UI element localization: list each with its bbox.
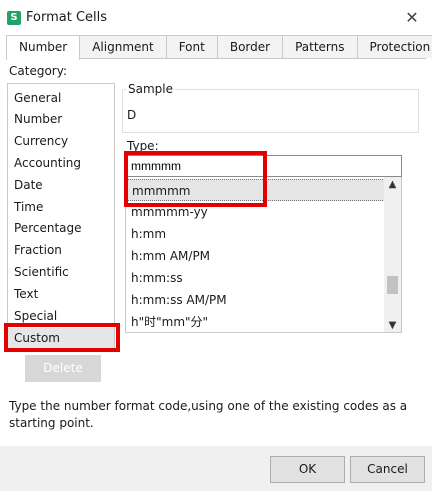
category-item-scientific[interactable]: Scientific bbox=[14, 262, 69, 283]
tab-bar: Number Alignment Font Border Patterns Pr… bbox=[6, 35, 432, 60]
sample-value: D bbox=[127, 108, 137, 122]
type-option-mmmmm-yy[interactable]: mmmmm-yy bbox=[131, 201, 208, 223]
type-option-h-mm-ss-ampm[interactable]: h:mm:ss AM/PM bbox=[131, 289, 227, 311]
tab-patterns[interactable]: Patterns bbox=[282, 35, 358, 58]
type-list-scrollbar[interactable]: ▲ ▼ bbox=[384, 177, 401, 332]
cancel-button[interactable]: Cancel bbox=[350, 456, 425, 483]
type-list[interactable]: mmmmm mmmmm-yy h:mm h:mm AM/PM h:mm:ss h… bbox=[125, 177, 402, 333]
category-item-special[interactable]: Special bbox=[14, 306, 57, 327]
category-item-accounting[interactable]: Accounting bbox=[14, 153, 81, 174]
category-label: Category: bbox=[9, 64, 67, 78]
tab-protection[interactable]: Protection bbox=[356, 35, 432, 58]
scroll-thumb[interactable] bbox=[387, 276, 398, 294]
tab-number[interactable]: Number bbox=[6, 35, 81, 60]
chevron-up-icon[interactable]: ▲ bbox=[384, 179, 401, 190]
app-icon: S bbox=[7, 11, 21, 25]
category-item-text[interactable]: Text bbox=[14, 284, 38, 305]
category-item-date[interactable]: Date bbox=[14, 175, 43, 196]
category-item-general[interactable]: General bbox=[14, 88, 61, 109]
type-option-mmmmm[interactable]: mmmmm bbox=[127, 179, 385, 201]
tab-alignment[interactable]: Alignment bbox=[79, 35, 167, 58]
window-title: Format Cells bbox=[26, 10, 108, 25]
type-input[interactable] bbox=[125, 155, 402, 177]
type-option-h-mm-ss[interactable]: h:mm:ss bbox=[131, 267, 183, 289]
category-item-currency[interactable]: Currency bbox=[14, 131, 68, 152]
title-bar: S Format Cells ✕ bbox=[0, 0, 432, 34]
type-label: Type: bbox=[127, 139, 159, 153]
chevron-down-icon[interactable]: ▼ bbox=[384, 320, 401, 331]
type-option-h-mm[interactable]: h:mm bbox=[131, 223, 166, 245]
ok-button[interactable]: OK bbox=[270, 456, 345, 483]
type-option-h-shi-mm-fen[interactable]: h"时"mm"分" bbox=[131, 311, 208, 332]
tab-font[interactable]: Font bbox=[165, 35, 218, 58]
category-item-fraction[interactable]: Fraction bbox=[14, 240, 62, 261]
category-item-time[interactable]: Time bbox=[14, 197, 43, 218]
sample-label: Sample bbox=[126, 82, 175, 96]
category-item-number[interactable]: Number bbox=[14, 109, 62, 130]
delete-button[interactable]: Delete bbox=[25, 355, 101, 382]
dialog-footer: OK Cancel bbox=[0, 446, 432, 491]
type-option-h-mm-ampm[interactable]: h:mm AM/PM bbox=[131, 245, 210, 267]
category-item-custom[interactable]: Custom bbox=[8, 328, 114, 349]
hint-text: Type the number format code,using one of… bbox=[9, 399, 408, 430]
tab-border[interactable]: Border bbox=[216, 35, 284, 58]
close-icon[interactable]: ✕ bbox=[402, 8, 422, 28]
category-list[interactable]: General Number Currency Accounting Date … bbox=[7, 83, 115, 352]
category-item-percentage[interactable]: Percentage bbox=[14, 218, 82, 239]
